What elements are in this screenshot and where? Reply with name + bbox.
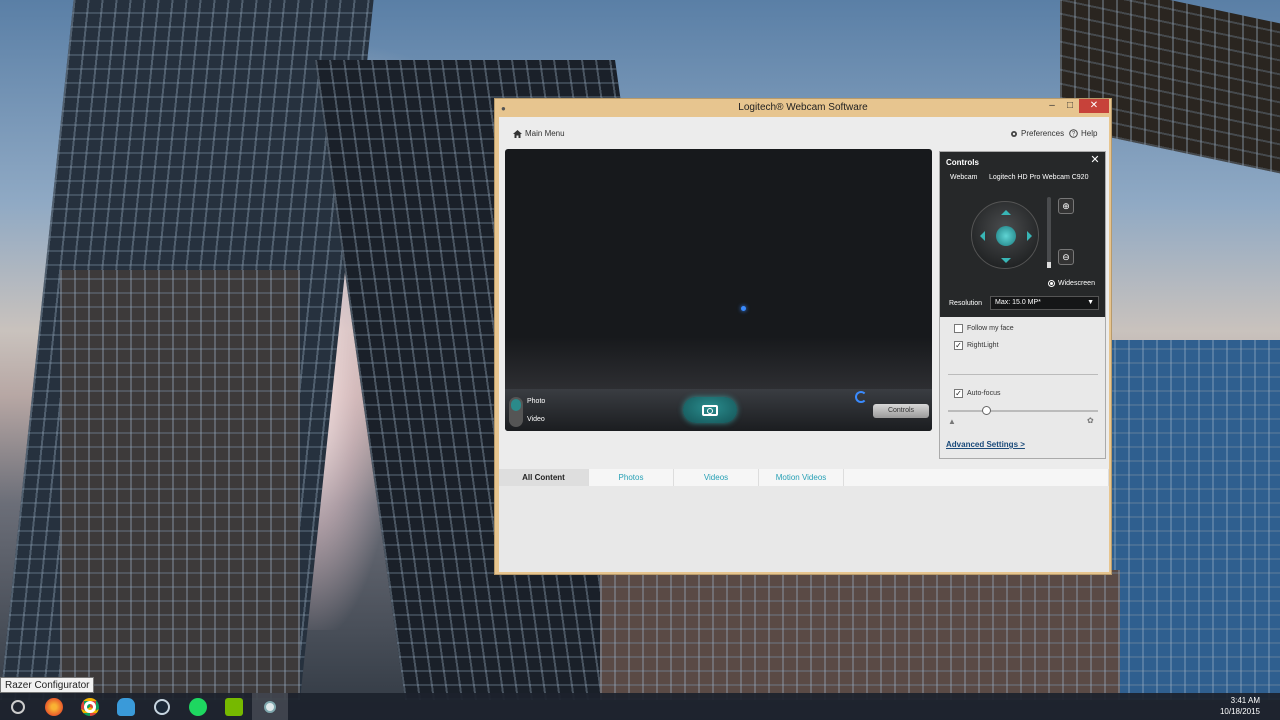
- focus-point-icon: [741, 306, 746, 311]
- taskbar-steam[interactable]: [144, 693, 180, 720]
- tab-motion-videos[interactable]: Motion Videos: [759, 469, 844, 486]
- building-left-tower: [60, 270, 300, 700]
- landscape-icon: ▲: [948, 417, 956, 426]
- clock-time: 3:41 AM: [1230, 696, 1260, 705]
- pan-right-icon[interactable]: [1027, 231, 1037, 241]
- controls-panel-header: Controls ✕ Webcam Logitech HD Pro Webcam…: [940, 152, 1105, 317]
- controls-panel: Controls ✕ Webcam Logitech HD Pro Webcam…: [939, 151, 1106, 459]
- focus-slider-track[interactable]: [948, 410, 1098, 412]
- pan-up-icon[interactable]: [1001, 205, 1011, 215]
- widescreen-radio[interactable]: [1048, 280, 1055, 287]
- macro-flower-icon: ✿: [1087, 416, 1094, 425]
- controls-button[interactable]: Controls: [873, 404, 929, 418]
- preferences-link[interactable]: Preferences: [1010, 129, 1064, 138]
- mode-video-label[interactable]: Video: [527, 416, 545, 423]
- tab-strip-filler: [844, 469, 1109, 486]
- webcam-label: Webcam: [950, 174, 978, 181]
- pan-tilt-pad[interactable]: [971, 201, 1039, 269]
- taskbar-nvidia[interactable]: [216, 693, 252, 720]
- autofocus-checkbox[interactable]: ✓: [954, 389, 963, 398]
- taskbar-logitech-webcam[interactable]: [252, 693, 288, 720]
- zoom-slider-track[interactable]: [1047, 197, 1051, 267]
- pan-left-icon[interactable]: [975, 231, 985, 241]
- rightlight-option[interactable]: ✓ RightLight: [954, 341, 999, 350]
- main-menu-label: Main Menu: [525, 129, 565, 138]
- title-bar[interactable]: ● Logitech® Webcam Software – □ ✕: [495, 99, 1111, 117]
- close-controls-icon[interactable]: ✕: [1089, 155, 1101, 167]
- nvidia-icon: [225, 697, 243, 716]
- panel-divider: [948, 374, 1098, 375]
- start-icon: [11, 699, 25, 714]
- advanced-settings-link[interactable]: Advanced Settings >: [946, 440, 1025, 449]
- camera-icon: [702, 404, 718, 416]
- system-clock[interactable]: 3:41 AM 10/18/2015: [1220, 695, 1260, 717]
- window-client: Main Menu Preferences ? Help Photo Video: [499, 117, 1109, 572]
- taskbar-spotify[interactable]: [180, 693, 216, 720]
- photo-video-toggle[interactable]: [509, 397, 523, 427]
- toggle-knob: [511, 399, 521, 411]
- taskbar-firefox[interactable]: [36, 693, 72, 720]
- webcam-software-window: ● Logitech® Webcam Software – □ ✕ Main M…: [494, 98, 1112, 575]
- taskbar-people[interactable]: [108, 693, 144, 720]
- capture-photo-button[interactable]: [683, 397, 737, 423]
- maximize-button[interactable]: □: [1061, 99, 1079, 113]
- controls-title: Controls: [946, 158, 979, 167]
- gear-icon: [1011, 130, 1017, 137]
- mode-photo-label[interactable]: Photo: [527, 398, 545, 405]
- chrome-icon: [81, 697, 99, 716]
- rightlight-label: RightLight: [967, 342, 999, 349]
- people-icon: [117, 697, 135, 716]
- help-label: Help: [1081, 129, 1098, 138]
- taskbar-chrome[interactable]: [72, 693, 108, 720]
- building-right: [1100, 340, 1280, 700]
- rightlight-checkbox[interactable]: ✓: [954, 341, 963, 350]
- minimize-button[interactable]: –: [1043, 99, 1061, 113]
- firefox-icon: [45, 697, 63, 716]
- close-button[interactable]: ✕: [1079, 99, 1109, 113]
- autofocus-label: Auto-focus: [967, 390, 1001, 397]
- building-lower: [600, 570, 1120, 700]
- tab-all-content[interactable]: All Content: [499, 469, 589, 486]
- start-button[interactable]: [0, 693, 36, 720]
- webcam-name: Logitech HD Pro Webcam C920: [989, 174, 1089, 181]
- follow-my-face-option[interactable]: Follow my face: [954, 324, 1014, 333]
- camera-preview[interactable]: Photo Video Controls: [505, 149, 932, 431]
- steam-icon: [154, 698, 170, 715]
- focus-slider-handle[interactable]: [982, 406, 991, 415]
- chevron-down-icon: ▼: [1087, 299, 1094, 306]
- spotify-icon: [189, 697, 207, 716]
- gallery-area[interactable]: [499, 486, 1109, 572]
- resolution-select[interactable]: Max: 15.0 MP* ▼: [990, 296, 1099, 310]
- top-bar: Main Menu Preferences ? Help: [499, 117, 1109, 149]
- widescreen-option[interactable]: Widescreen: [1048, 280, 1095, 287]
- follow-my-face-checkbox[interactable]: [954, 324, 963, 333]
- follow-my-face-label: Follow my face: [967, 325, 1014, 332]
- zoom-in-icon[interactable]: ⊕: [1058, 198, 1074, 214]
- resolution-label: Resolution: [949, 300, 983, 307]
- capture-control-strip: Photo Video Controls: [505, 389, 932, 431]
- home-icon: [513, 129, 522, 138]
- resolution-value: Max: 15.0 MP*: [995, 299, 1041, 306]
- taskbar-tooltip: Razer Configurator: [0, 677, 95, 693]
- tab-videos[interactable]: Videos: [674, 469, 759, 486]
- main-menu-link[interactable]: Main Menu: [513, 129, 565, 138]
- webcam-icon: [264, 700, 276, 713]
- help-icon: ?: [1069, 129, 1078, 138]
- pan-down-icon[interactable]: [1001, 258, 1011, 268]
- taskbar: 3:41 AM 10/18/2015: [0, 693, 1280, 720]
- zoom-out-icon[interactable]: ⊖: [1058, 249, 1074, 265]
- autofocus-option[interactable]: ✓ Auto-focus: [954, 389, 1000, 398]
- window-title: Logitech® Webcam Software: [738, 102, 868, 113]
- clock-date: 10/18/2015: [1219, 707, 1260, 716]
- tab-photos[interactable]: Photos: [589, 469, 674, 486]
- widescreen-label: Widescreen: [1058, 280, 1095, 287]
- preview-shade: [505, 337, 932, 389]
- pan-center-button[interactable]: [996, 226, 1016, 246]
- help-link[interactable]: ? Help: [1069, 129, 1097, 138]
- preferences-label: Preferences: [1021, 129, 1065, 138]
- zoom-slider-handle[interactable]: [1047, 262, 1051, 268]
- loading-spinner-icon: [855, 391, 867, 403]
- content-tabs: All Content Photos Videos Motion Videos: [499, 469, 1109, 486]
